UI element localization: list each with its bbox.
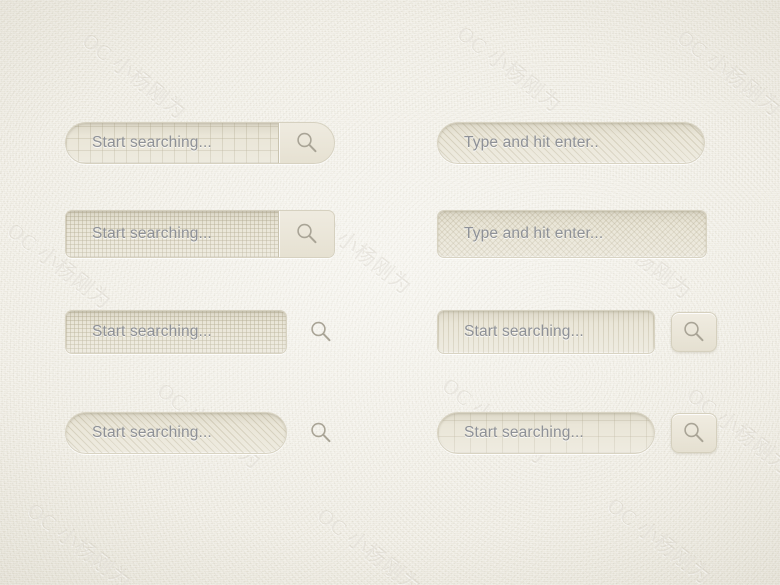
- vignette-layer: [0, 0, 780, 585]
- search-input[interactable]: Start searching...: [65, 412, 287, 454]
- search-combo: Start searching...: [65, 210, 335, 258]
- search-bar-left-row-1: Start searching...: [65, 122, 335, 164]
- watermark: OC 小杨刚为: [602, 493, 717, 585]
- search-bar-left-row-2: Start searching...: [65, 210, 335, 258]
- magnifier-icon: [308, 420, 334, 446]
- search-icon-button[interactable]: [301, 413, 341, 453]
- search-input-placeholder: Start searching...: [92, 323, 212, 340]
- search-icon-button[interactable]: [301, 312, 341, 352]
- watermark: OC 小杨刚为: [77, 28, 192, 125]
- search-bar-right-row-2: Type and hit enter...: [437, 210, 707, 258]
- search-bar-right-row-1: Type and hit enter..: [437, 122, 705, 164]
- search-bar-right-row-3: Start searching...: [437, 310, 717, 354]
- search-bar-left-row-3: Start searching...: [65, 310, 341, 354]
- search-input[interactable]: Type and hit enter...: [437, 210, 707, 258]
- search-input-placeholder: Start searching...: [92, 225, 212, 242]
- watermark: OC 小杨刚为: [22, 498, 137, 585]
- magnifier-icon: [308, 319, 334, 345]
- paper-texture-layer: [0, 0, 780, 585]
- search-combo: Start searching...: [65, 122, 335, 164]
- search-input-placeholder: Start searching...: [464, 424, 584, 441]
- search-input-placeholder: Start searching...: [464, 323, 584, 340]
- watermark: OC 小杨刚为: [452, 21, 567, 118]
- magnifier-icon: [294, 221, 320, 247]
- watermark: OC 小杨刚为: [672, 25, 780, 122]
- search-bar-right-row-4: Start searching...: [437, 412, 717, 454]
- search-button[interactable]: [671, 413, 717, 453]
- app-canvas: OC 小杨刚为 OC 小杨刚为 OC 小杨刚为 OC 小杨刚为 OC 小杨刚为 OC 小杨…: [0, 0, 780, 585]
- paper-speckle-layer: [0, 0, 780, 585]
- search-input[interactable]: Type and hit enter..: [437, 122, 705, 164]
- search-button[interactable]: [278, 123, 334, 163]
- search-input[interactable]: Start searching...: [66, 211, 278, 257]
- search-input[interactable]: Start searching...: [65, 310, 287, 354]
- search-input-placeholder: Type and hit enter...: [464, 225, 604, 242]
- magnifier-icon: [294, 130, 320, 156]
- search-input[interactable]: Start searching...: [437, 310, 655, 354]
- search-input[interactable]: Start searching...: [437, 412, 655, 454]
- magnifier-icon: [681, 420, 707, 446]
- search-input[interactable]: Start searching...: [66, 123, 278, 163]
- search-input-placeholder: Type and hit enter..: [464, 134, 599, 151]
- search-input-placeholder: Start searching...: [92, 134, 212, 151]
- search-button[interactable]: [671, 312, 717, 352]
- search-button[interactable]: [278, 211, 334, 257]
- search-input-placeholder: Start searching...: [92, 424, 212, 441]
- magnifier-icon: [681, 319, 707, 345]
- search-bar-left-row-4: Start searching...: [65, 412, 341, 454]
- watermark: OC 小杨刚为: [312, 503, 427, 585]
